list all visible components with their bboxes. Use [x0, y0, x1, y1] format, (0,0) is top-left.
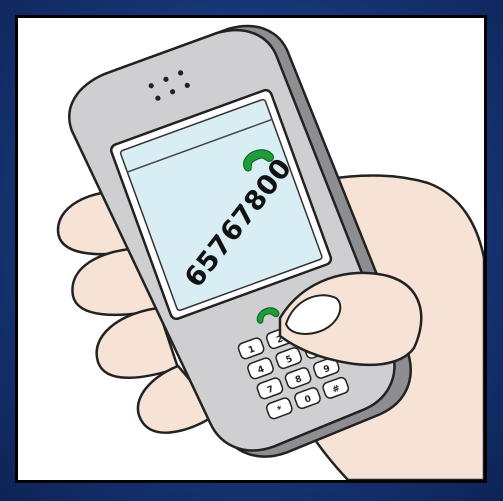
illustration-panel: 65767800 123456789*0# — [15, 15, 487, 483]
phone-illustration: 65767800 123456789*0# — [56, 24, 484, 480]
blue-frame: 65767800 123456789*0# — [0, 0, 503, 501]
